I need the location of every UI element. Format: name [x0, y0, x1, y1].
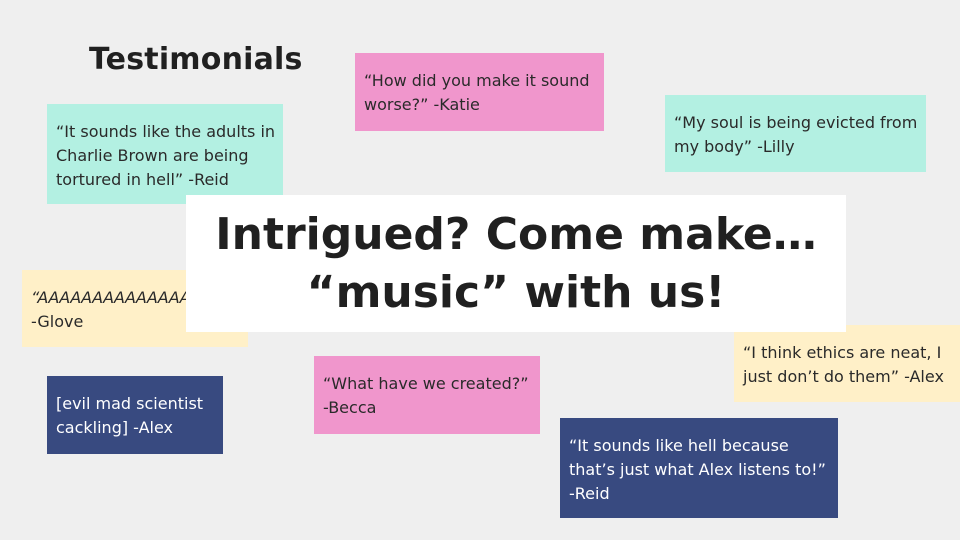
note-text-line: “What have we created?”: [323, 374, 529, 393]
note-text-line: cackling] -Alex: [56, 418, 174, 437]
note-text-line: -Reid: [569, 484, 610, 503]
note-text-line: “My soul is being evicted from: [674, 113, 918, 132]
note-text-line: my body” -Lilly: [674, 137, 795, 156]
testimonial-note-lilly: “My soul is being evicted from my body” …: [665, 95, 926, 172]
call-to-action-banner: Intrigued? Come make… “music” with us!: [186, 195, 846, 332]
note-text-line: just don’t do them” -Alex: [743, 367, 944, 386]
note-text-line: “It sounds like hell because: [569, 436, 789, 455]
banner-headline-line-2: “music” with us!: [306, 266, 726, 318]
slide-title: Testimonials: [89, 42, 303, 77]
note-text-line: “It sounds like the adults in: [56, 122, 276, 141]
note-text-line: tortured in hell” -Reid: [56, 170, 229, 189]
note-text-line: “I think ethics are neat, I: [743, 343, 942, 362]
note-text-line: Charlie Brown are being: [56, 146, 249, 165]
testimonial-note-katie: “How did you make it sound worse?” -Kati…: [355, 53, 604, 131]
testimonial-note-becca: “What have we created?” -Becca: [314, 356, 540, 434]
note-text-line: [evil mad scientist: [56, 394, 204, 413]
testimonial-note-reid: “It sounds like the adults in Charlie Br…: [47, 104, 283, 204]
note-text-line: -Becca: [323, 398, 377, 417]
testimonial-note-reid-hell: “It sounds like hell because that’s just…: [560, 418, 838, 518]
testimonial-note-alex-cackling: [evil mad scientist cackling] -Alex: [47, 376, 223, 454]
note-text-line: worse?” -Katie: [364, 95, 480, 114]
banner-headline-line-1: Intrigued? Come make…: [215, 208, 817, 260]
note-text-line: that’s just what Alex listens to!”: [569, 460, 826, 479]
testimonial-note-alex-ethics: “I think ethics are neat, I just don’t d…: [734, 325, 960, 402]
note-text-line: “How did you make it sound: [364, 71, 590, 90]
